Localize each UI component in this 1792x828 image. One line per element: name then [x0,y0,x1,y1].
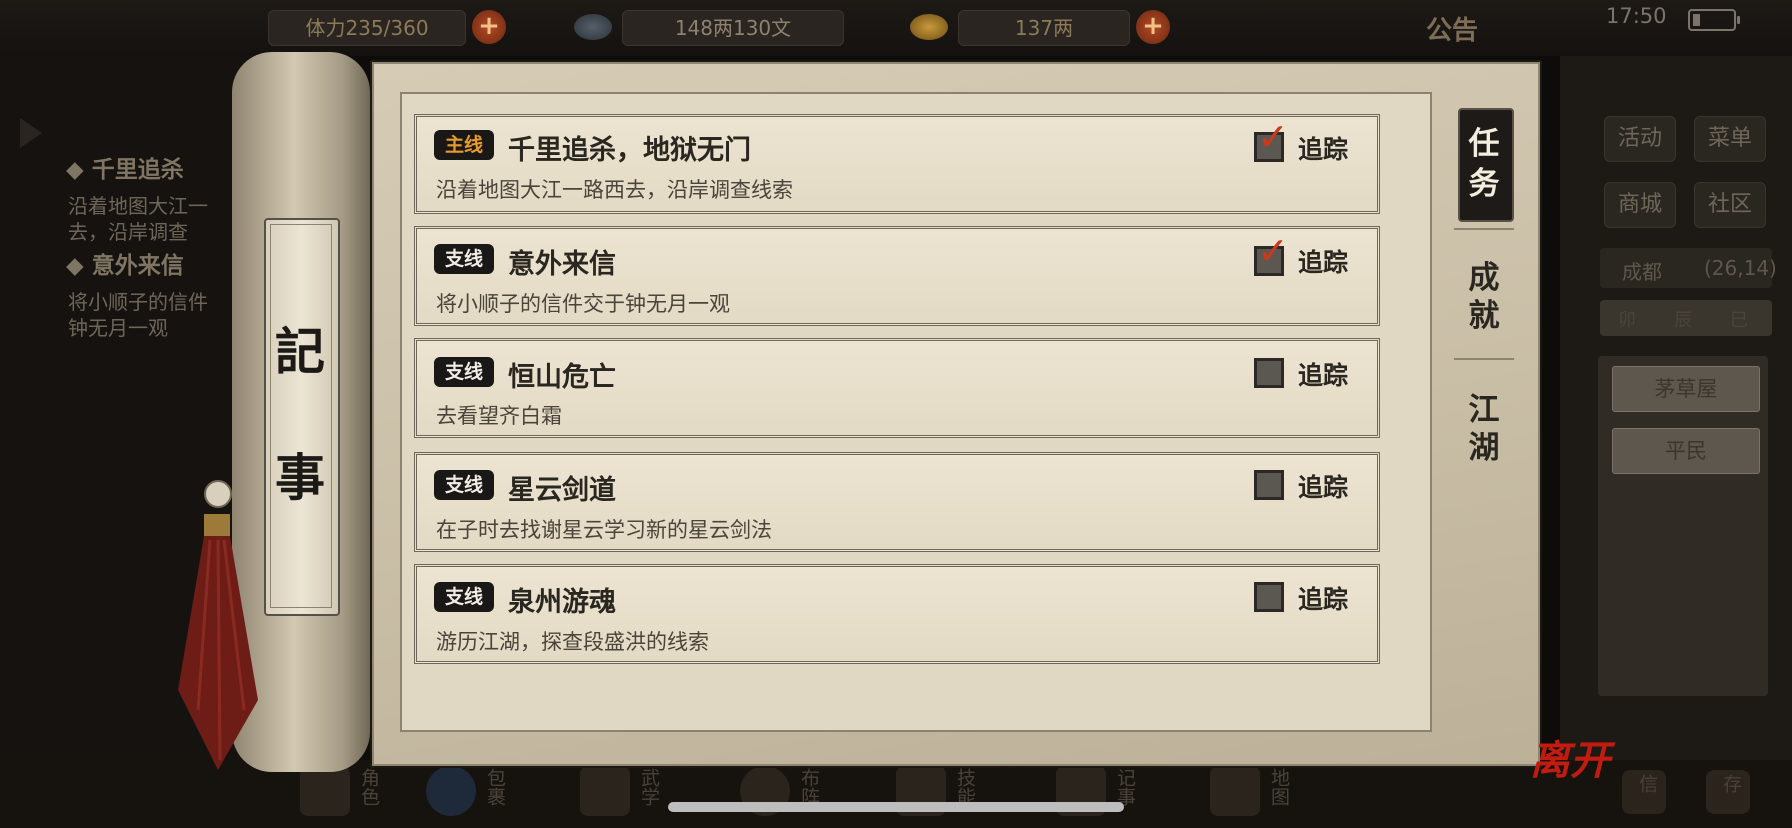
quest-description: 游历江湖，探查段盛洪的线索 [436,630,709,654]
notice-button[interactable]: 公告 [1426,10,1478,47]
bottom-label: 角色 [358,768,380,806]
track-checkbox[interactable] [1254,582,1284,612]
bottom-label: 地图 [1268,768,1290,806]
tab-jianghu[interactable]: 江 [1458,390,1510,430]
map-icon[interactable] [1210,766,1260,816]
track-checkbox[interactable]: ✓ [1254,117,1289,162]
martial-arts-icon[interactable] [580,766,630,816]
bag-icon[interactable] [426,766,476,816]
stamina-display: 体力235/360 [268,10,466,46]
quest-description: 在子时去找谢星云学习新的星云剑法 [436,518,772,542]
bottom-label: 包裹 [484,768,506,806]
side-quest-tag: 支线 [434,582,494,612]
tab-quests[interactable]: 务 [1458,164,1510,204]
bottom-label: 技能 [954,768,976,806]
side-quest-tag: 支线 [434,357,494,387]
add-gold-button[interactable]: + [1136,10,1170,44]
quest-description: 去看望齐白霜 [436,404,562,428]
plate-char: 記 [275,322,325,381]
tab-divider [1454,228,1514,230]
location-item-hut[interactable]: 茅草屋 [1612,366,1760,412]
gold-display: 137两 [958,10,1130,46]
left-item-line: 去，沿岸调查 [68,220,188,244]
home-indicator [668,802,1124,812]
quest-title: 恒山危亡 [508,362,616,393]
time-dial-label: 巳 [1730,310,1748,331]
quest-description: 沿着地图大江一路西去，沿岸调查线索 [436,178,793,202]
time-dial-label: 卯 [1618,310,1636,331]
tab-achievements[interactable]: 成 [1458,258,1510,298]
tab-quests[interactable]: 任 [1458,124,1510,164]
left-item-line: 钟无月一观 [68,316,168,340]
left-item-title: ◆ 千里追杀 [66,157,184,183]
track-label[interactable]: 追踪 [1298,468,1348,504]
silver-display: 148两130文 [622,10,844,46]
track-label[interactable]: 追踪 [1298,580,1348,616]
bottom-label: 布阵 [798,768,820,806]
checkmark-icon: ✓ [1257,115,1289,159]
track-label[interactable]: 追踪 [1298,130,1348,166]
tab-divider [1454,358,1514,360]
quest-description: 将小顺子的信件交于钟无月一观 [436,292,730,316]
track-checkbox[interactable]: ✓ [1254,231,1289,276]
left-item-line: 将小顺子的信件 [68,290,208,314]
quest-title: 意外来信 [508,249,616,280]
clock: 17:50 [1606,4,1667,28]
main-quest-tag: 主线 [434,130,494,160]
time-dial-label: 辰 [1674,310,1692,331]
tab-jianghu[interactable]: 湖 [1458,428,1510,468]
silver-icon [574,14,612,40]
side-quest-tag: 支线 [434,244,494,274]
location-item-commoner[interactable]: 平民 [1612,428,1760,474]
quest-title: 泉州游魂 [508,587,616,618]
bottom-label: 存 [1720,774,1742,793]
location-name: 成都 [1622,260,1662,284]
track-label[interactable]: 追踪 [1298,356,1348,392]
activity-button[interactable]: 活动 [1604,116,1676,162]
add-stamina-button[interactable]: + [472,10,506,44]
bottom-label: 武学 [638,768,660,806]
leave-button[interactable]: 离开 [1530,728,1610,786]
track-checkbox[interactable] [1254,358,1284,388]
bottom-label: 记事 [1114,768,1136,806]
checkmark-icon: ✓ [1257,229,1289,273]
left-item-title: ◆ 意外来信 [66,253,184,279]
shop-button[interactable]: 商城 [1604,182,1676,228]
left-item-line: 沿着地图大江一 [68,194,208,218]
bottom-label: 信 [1636,774,1658,793]
menu-button[interactable]: 菜单 [1694,116,1766,162]
quest-title: 千里追杀，地狱无门 [508,135,751,166]
quest-title: 星云剑道 [508,475,616,506]
gold-ingot-icon [910,14,948,40]
battery-icon [1688,9,1740,31]
side-quest-tag: 支线 [434,470,494,500]
location-coords: (26,14) [1704,256,1777,280]
tassel-ornament [178,480,258,770]
tab-achievements[interactable]: 就 [1458,296,1510,336]
track-checkbox[interactable] [1254,470,1284,500]
community-button[interactable]: 社区 [1694,182,1766,228]
track-label[interactable]: 追踪 [1298,243,1348,279]
